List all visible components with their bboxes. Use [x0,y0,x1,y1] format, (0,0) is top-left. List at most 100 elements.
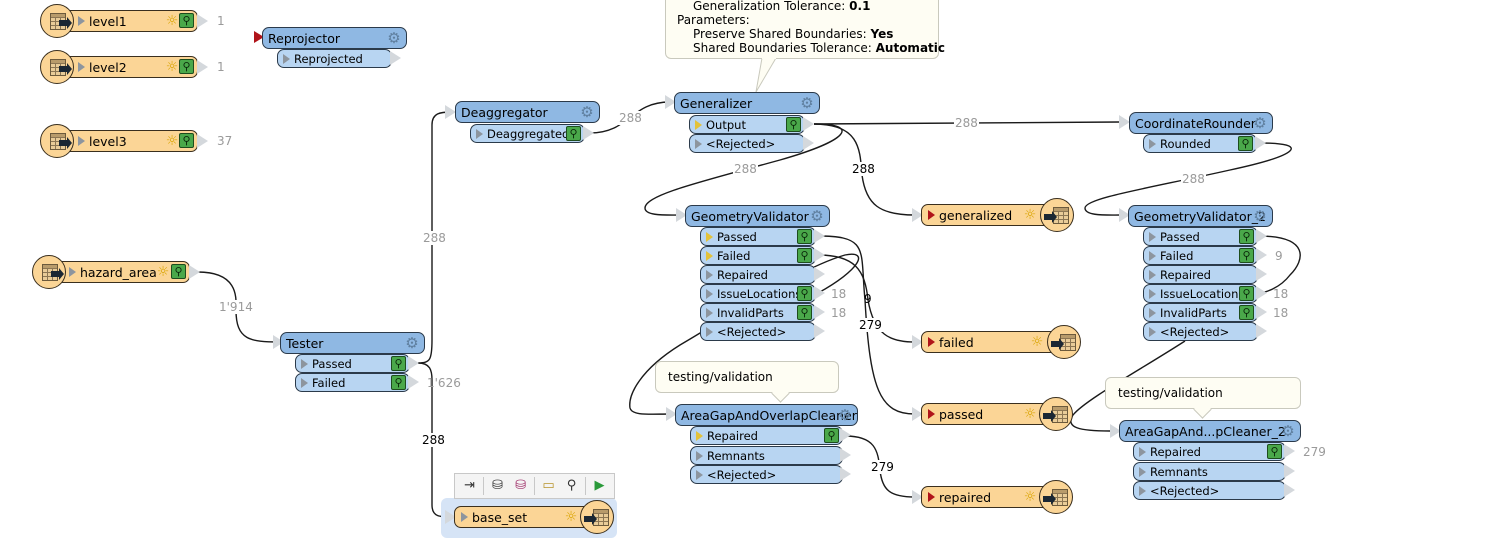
writer-generalized[interactable]: generalized ☼ [921,204,1056,226]
port-repaired[interactable]: Repaired [700,265,816,284]
transformer-geometry-validator[interactable]: GeometryValidator ⚙ [685,205,830,227]
output-port-icon[interactable] [1284,464,1295,478]
output-port-icon[interactable] [408,375,419,389]
transformer-area-gap-cleaner[interactable]: AreaGapAndOverlapCleaner ⚙ [675,404,858,426]
expand-icon[interactable] [706,326,713,337]
expand-icon[interactable] [78,136,85,146]
workspace-canvas[interactable]: level1 ☼ ⚲ 1 level2 ☼ ⚲ 1 level3 ☼ ⚲ 37 … [0,0,1489,558]
reader-level3[interactable]: level3 ☼ ⚲ [55,130,198,152]
output-port-icon[interactable] [189,265,200,279]
expand-icon[interactable] [1139,485,1146,496]
port-invalid-parts[interactable]: InvalidParts ⚲ [1143,303,1258,322]
port-repaired[interactable]: Repaired ⚲ [1133,442,1286,461]
open-folder-icon[interactable]: ▭ [539,476,558,496]
expand-icon[interactable] [1149,326,1156,337]
transformer-generalizer[interactable]: Generalizer ⚙ [674,92,820,114]
inspect-icon[interactable]: ⚲ [179,13,194,28]
port-rejected[interactable]: <Rejected> [1133,481,1286,500]
output-port-icon[interactable] [408,356,419,370]
expand-icon[interactable] [706,269,713,280]
port-remnants[interactable]: Remnants [1133,462,1286,481]
inspect-icon[interactable]: ⚲ [786,117,801,132]
inspect-icon[interactable]: ⚲ [797,248,812,263]
output-port-icon[interactable] [1256,248,1267,262]
output-port-icon[interactable] [1256,305,1267,319]
output-port-icon[interactable] [814,267,825,281]
port-rejected[interactable]: <Rejected> [689,134,805,153]
gear-icon[interactable]: ⚙ [799,95,815,111]
gear-icon[interactable]: ☼ [563,509,579,525]
expand-icon[interactable] [706,288,713,299]
output-port-icon[interactable] [390,51,401,65]
inspect-icon[interactable]: ⚲ [391,375,406,390]
run-to-this-icon[interactable]: ▶ [590,476,609,496]
expand-icon[interactable] [1139,446,1146,457]
gear-icon[interactable]: ☼ [164,59,180,75]
inspect-icon[interactable]: ⚲ [562,476,581,496]
output-port-icon[interactable] [814,248,825,262]
gear-icon[interactable]: ☼ [155,264,171,280]
output-port-icon[interactable] [814,286,825,300]
port-repaired[interactable]: Repaired ⚲ [690,426,843,445]
port-rejected[interactable]: <Rejected> [700,322,816,341]
expand-icon[interactable] [476,128,483,139]
port-failed[interactable]: Failed ⚲ [700,246,816,265]
gear-icon[interactable]: ☼ [1022,207,1038,223]
output-port-icon[interactable] [1284,444,1295,458]
transformer-tester[interactable]: Tester ⚙ [280,332,425,354]
output-port-icon[interactable] [840,467,851,481]
gear-icon[interactable]: ☼ [1029,334,1045,350]
gear-icon[interactable]: ⚙ [1280,423,1296,439]
port-failed[interactable]: Failed ⚲ [295,373,410,392]
inspect-icon[interactable]: ⚲ [1238,136,1253,151]
expand-icon[interactable] [928,337,935,347]
expand-icon[interactable] [1139,466,1146,477]
expand-icon[interactable] [1149,250,1156,261]
inspect-icon[interactable]: ⚲ [179,133,194,148]
output-port-icon[interactable] [197,134,208,148]
writer-base-set[interactable]: base_set ☼ [454,506,597,528]
gear-icon[interactable]: ⚙ [1252,208,1268,224]
expand-icon[interactable] [928,492,935,502]
gear-icon[interactable]: ⚙ [837,407,853,423]
output-port-icon[interactable] [1255,136,1266,150]
gear-icon[interactable]: ⚙ [1252,115,1268,131]
output-port-icon[interactable] [1256,286,1267,300]
gear-icon[interactable]: ☼ [164,13,180,29]
gear-icon[interactable]: ☼ [1022,406,1038,422]
output-port-icon[interactable] [840,428,851,442]
port-rounded[interactable]: Rounded ⚲ [1143,134,1257,153]
reader-hazard-area[interactable]: hazard_area ☼ ⚲ [48,261,190,283]
inspect-icon[interactable]: ⚲ [1239,248,1254,263]
port-issue-locations[interactable]: IssueLocations ⚲ [700,284,816,303]
expand-icon[interactable] [928,409,935,419]
expand-icon[interactable] [283,53,290,64]
port-repaired[interactable]: Repaired [1143,265,1258,284]
inspect-icon[interactable]: ⚲ [797,286,812,301]
output-port-icon[interactable] [197,14,208,28]
gear-icon[interactable]: ⚙ [809,208,825,224]
expand-icon[interactable] [706,231,713,242]
expand-icon[interactable] [1149,288,1156,299]
writer-repaired[interactable]: repaired ☼ [921,486,1056,508]
port-remnants[interactable]: Remnants [690,446,843,465]
expand-icon[interactable] [706,250,713,261]
writer-passed[interactable]: passed ☼ [921,403,1056,425]
transformer-geometry-validator-2[interactable]: GeometryValidator_2 ⚙ [1128,205,1273,227]
inspect-icon[interactable]: ⚲ [1239,305,1254,320]
port-failed[interactable]: Failed ⚲ [1143,246,1258,265]
expand-icon[interactable] [1149,269,1156,280]
reader-level2[interactable]: level2 ☼ ⚲ [55,56,198,78]
port-passed[interactable]: Passed ⚲ [295,354,410,373]
reader-level1[interactable]: level1 ☼ ⚲ [55,10,198,32]
expand-icon[interactable] [78,16,85,26]
output-port-icon[interactable] [803,136,814,150]
port-output[interactable]: Output ⚲ [689,115,805,134]
output-port-icon[interactable] [583,126,594,140]
expand-icon[interactable] [706,307,713,318]
expand-icon[interactable] [695,119,702,130]
expand-icon[interactable] [301,377,308,388]
inspect-icon[interactable]: ⚲ [391,356,406,371]
output-port-icon[interactable] [814,229,825,243]
expand-icon[interactable] [301,358,308,369]
